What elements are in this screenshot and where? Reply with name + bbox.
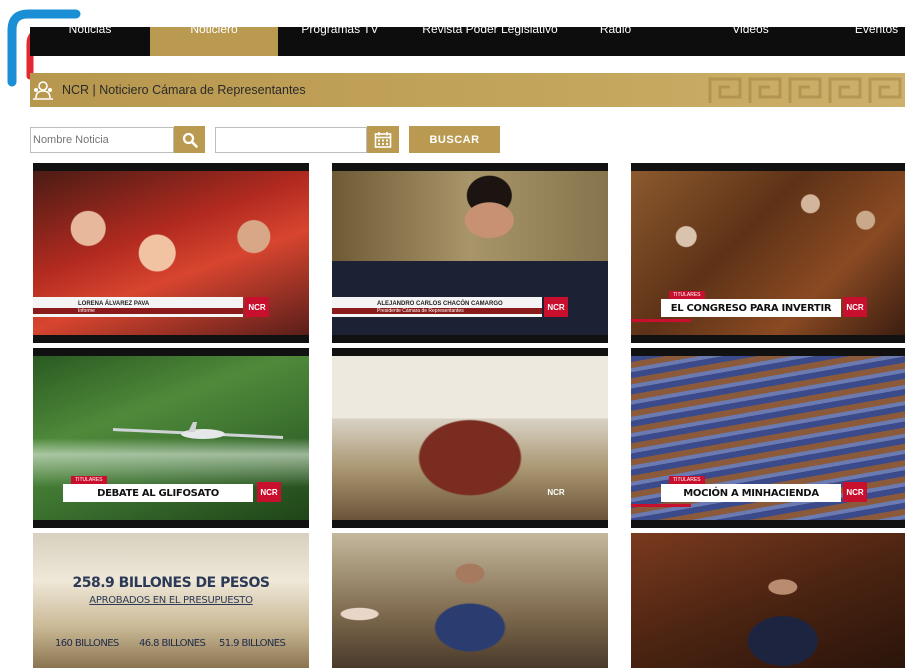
headline: EL CONGRESO PARA INVERTIR bbox=[661, 299, 841, 317]
video-card[interactable]: LORENA ÁLVAREZ PAVA Informe NCR bbox=[33, 163, 309, 343]
section-banner: NCR | Noticiero Cámara de Representantes bbox=[30, 73, 905, 107]
lower-third-name: ALEJANDRO CARLOS CHACÓN CAMARGO bbox=[377, 300, 503, 307]
news-name-input[interactable] bbox=[30, 126, 174, 153]
titulares-tag: TITULARES bbox=[71, 476, 107, 484]
figure-3: 51.9 BILLONES bbox=[219, 638, 286, 649]
ncr-people-icon bbox=[33, 81, 53, 100]
page-title: NCR | Noticiero Cámara de Representantes bbox=[62, 83, 306, 97]
date-input[interactable] bbox=[215, 126, 367, 153]
headline: DEBATE AL GLIFOSATO bbox=[63, 484, 253, 502]
lower-third-name: LORENA ÁLVAREZ PAVA bbox=[78, 300, 150, 307]
video-card[interactable]: TITULARES EL CONGRESO PARA INVERTIR NCR bbox=[631, 163, 905, 343]
headline: MOCIÓN A MINHACIENDA bbox=[661, 484, 841, 502]
airplane-image bbox=[113, 422, 283, 439]
video-card[interactable] bbox=[631, 533, 905, 668]
ncr-logo: NCR bbox=[257, 482, 281, 502]
video-card[interactable] bbox=[332, 533, 608, 668]
ncr-logo: NCR bbox=[544, 297, 568, 317]
nav-item-eventos[interactable]: Eventos bbox=[848, 27, 905, 56]
lower-third-role: Presidente Cámara de Representantes bbox=[332, 307, 542, 314]
video-card[interactable]: NCR bbox=[332, 348, 608, 528]
nav-item-noticias[interactable]: Noticias bbox=[30, 27, 150, 56]
video-card[interactable]: TITULARES MOCIÓN A MINHACIENDA NCR bbox=[631, 348, 905, 528]
search-icon bbox=[182, 132, 198, 148]
video-card[interactable]: 258.9 BILLONES DE PESOS APROBADOS EN EL … bbox=[33, 533, 309, 668]
lower-third: LORENA ÁLVAREZ PAVA Informe bbox=[33, 297, 267, 317]
nav-label: Noticias bbox=[68, 27, 112, 36]
decorative-pattern bbox=[708, 77, 902, 103]
titulares-tag: TITULARES bbox=[669, 476, 705, 484]
video-card[interactable]: TITULARES DEBATE AL GLIFOSATO NCR bbox=[33, 348, 309, 528]
video-sub-title: APROBADOS EN EL PRESUPUESTO bbox=[89, 595, 253, 606]
nav-item-noticiero[interactable]: Noticiero bbox=[150, 27, 278, 56]
video-thumbnail bbox=[332, 533, 608, 668]
ncr-logo: NCR bbox=[843, 482, 867, 502]
nav-item-radio[interactable]: Radio bbox=[578, 27, 653, 56]
nav-label: Programas TV bbox=[301, 27, 379, 36]
ncr-logo: NCR bbox=[245, 297, 269, 317]
main-navigation: Noticias Noticiero Programas TV Revista … bbox=[30, 27, 905, 56]
video-thumbnail bbox=[631, 533, 905, 668]
search-button[interactable] bbox=[174, 126, 205, 153]
ncr-logo: NCR bbox=[547, 487, 565, 497]
nav-label: Noticiero bbox=[190, 27, 238, 36]
titulares-tag: TITULARES bbox=[669, 291, 705, 299]
ncr-logo: NCR bbox=[843, 297, 867, 317]
progress-line bbox=[631, 504, 691, 507]
progress-line bbox=[631, 319, 691, 322]
nav-label: Revista Poder Legislativo bbox=[422, 27, 558, 36]
video-card[interactable]: ALEJANDRO CARLOS CHACÓN CAMARGO Presiden… bbox=[332, 163, 608, 343]
calendar-button[interactable] bbox=[367, 126, 399, 153]
video-big-title: 258.9 BILLONES DE PESOS bbox=[72, 575, 270, 591]
search-bar: BUSCAR bbox=[30, 126, 500, 153]
nav-item-revista[interactable]: Revista Poder Legislativo bbox=[402, 27, 578, 56]
nav-label: Radio bbox=[599, 27, 632, 36]
page: Noticias Noticiero Programas TV Revista … bbox=[0, 0, 905, 668]
buscar-button[interactable]: BUSCAR bbox=[409, 126, 500, 153]
lower-third: ALEJANDRO CARLOS CHACÓN CAMARGO Presiden… bbox=[332, 297, 566, 317]
nav-item-programas-tv[interactable]: Programas TV bbox=[278, 27, 402, 56]
nav-label: Eventos bbox=[854, 27, 899, 36]
figure-2: 46.8 BILLONES bbox=[139, 638, 206, 649]
lower-third-role: Informe bbox=[33, 307, 243, 314]
nav-label: Videos bbox=[732, 27, 769, 36]
calendar-icon bbox=[374, 131, 392, 148]
nav-item-videos[interactable]: Videos bbox=[653, 27, 848, 56]
figure-1: 160 BILLONES bbox=[55, 638, 119, 649]
